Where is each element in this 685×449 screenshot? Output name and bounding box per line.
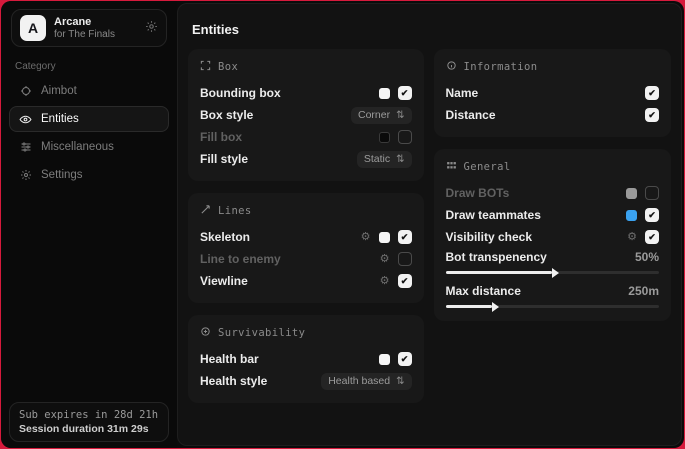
- check-icon: ✔: [401, 88, 409, 99]
- sliders-icon: [19, 141, 32, 154]
- crosshair-icon: [19, 85, 32, 98]
- setting-row-max-distance: Max distance 250m: [446, 282, 660, 300]
- color-swatch[interactable]: [379, 132, 390, 143]
- group-header-label: General: [464, 161, 511, 173]
- setting-row-bounding-box: Bounding box ✔: [200, 82, 412, 104]
- bot-transparency-slider[interactable]: [446, 271, 660, 274]
- check-icon: ✔: [648, 232, 656, 243]
- group-header-label: Survivability: [218, 327, 305, 339]
- setting-row-fill-style: Fill style Static ⇅: [200, 148, 412, 170]
- line-icon: [200, 204, 211, 218]
- draw-teammates-checkbox[interactable]: ✔: [645, 208, 659, 222]
- setting-row-viewline: Viewline ⚙ ✔: [200, 270, 412, 292]
- app-logo: A: [20, 15, 46, 41]
- info-icon: [446, 60, 457, 74]
- color-swatch[interactable]: [626, 188, 637, 199]
- bot-transparency-value: 50%: [635, 250, 659, 264]
- max-distance-slider[interactable]: [446, 305, 660, 308]
- setting-row-skeleton: Skeleton ⚙ ✔: [200, 226, 412, 248]
- gear-icon[interactable]: ⚙: [361, 232, 371, 243]
- sidebar-item-label: Settings: [41, 169, 83, 181]
- group-header-label: Lines: [218, 205, 252, 217]
- viewline-checkbox[interactable]: ✔: [398, 274, 412, 288]
- health-style-dropdown[interactable]: Health based ⇅: [321, 373, 411, 390]
- color-swatch[interactable]: [626, 210, 637, 221]
- fill-style-dropdown[interactable]: Static ⇅: [357, 151, 412, 168]
- app-subtitle: for The Finals: [54, 29, 137, 41]
- gear-icon[interactable]: ⚙: [380, 254, 390, 265]
- setting-row-health-bar: Health bar ✔: [200, 348, 412, 370]
- updown-arrows-icon: ⇅: [396, 154, 404, 165]
- box-group-card: Box Bounding box ✔ Box style Co: [188, 49, 424, 181]
- main-panel: Entities Box Bounding box: [177, 3, 682, 446]
- general-group-card: General Draw BOTs Draw teammates: [434, 149, 672, 321]
- skeleton-checkbox[interactable]: ✔: [398, 230, 412, 244]
- sidebar-item-label: Entities: [41, 113, 79, 125]
- sidebar-item-aimbot[interactable]: Aimbot: [9, 78, 169, 104]
- gear-icon: [19, 169, 32, 182]
- page-title: Entities: [192, 22, 671, 37]
- color-swatch[interactable]: [379, 88, 390, 99]
- check-icon: ✔: [401, 354, 409, 365]
- box-style-dropdown[interactable]: Corner ⇅: [351, 107, 412, 124]
- setting-row-bot-transparency: Bot transpenency 50%: [446, 248, 660, 266]
- setting-row-health-style: Health style Health based ⇅: [200, 370, 412, 392]
- color-swatch[interactable]: [379, 354, 390, 365]
- health-bar-checkbox[interactable]: ✔: [398, 352, 412, 366]
- slider-thumb[interactable]: [552, 268, 559, 278]
- eye-icon: [19, 113, 32, 126]
- name-checkbox[interactable]: ✔: [645, 86, 659, 100]
- setting-row-line-to-enemy: Line to enemy ⚙: [200, 248, 412, 270]
- setting-row-draw-bots: Draw BOTs: [446, 182, 660, 204]
- shield-icon: [200, 326, 211, 340]
- gear-icon[interactable]: ⚙: [627, 232, 637, 243]
- setting-row-draw-teammates: Draw teammates ✔: [446, 204, 660, 226]
- header-gear-icon[interactable]: [145, 20, 158, 36]
- sidebar: A Arcane for The Finals Category Aimbot: [1, 1, 177, 448]
- app-name: Arcane: [54, 16, 137, 29]
- slider-thumb[interactable]: [492, 302, 499, 312]
- setting-row-visibility-check: Visibility check ⚙ ✔: [446, 226, 660, 248]
- group-header-label: Information: [464, 61, 538, 73]
- check-icon: ✔: [648, 210, 656, 221]
- setting-row-name: Name ✔: [446, 82, 660, 104]
- sidebar-item-settings[interactable]: Settings: [9, 162, 169, 188]
- sidebar-item-entities[interactable]: Entities: [9, 106, 169, 132]
- max-distance-value: 250m: [628, 284, 659, 298]
- sidebar-item-label: Miscellaneous: [41, 141, 114, 153]
- survivability-group-card: Survivability Health bar ✔ Health style: [188, 315, 424, 403]
- bounding-box-checkbox[interactable]: ✔: [398, 86, 412, 100]
- lines-group-card: Lines Skeleton ⚙ ✔ Line to enemy ⚙: [188, 193, 424, 303]
- grid-icon: [446, 160, 457, 174]
- check-icon: ✔: [648, 110, 656, 121]
- fill-box-checkbox[interactable]: [398, 130, 412, 144]
- check-icon: ✔: [648, 88, 656, 99]
- information-group-card: Information Name ✔ Distance ✔: [434, 49, 672, 137]
- sub-expiry-text: Sub expires in 28d 21h: [19, 409, 159, 421]
- distance-checkbox[interactable]: ✔: [645, 108, 659, 122]
- updown-arrows-icon: ⇅: [396, 110, 404, 121]
- app-header-card: A Arcane for The Finals: [11, 9, 167, 47]
- subscription-status-card: Sub expires in 28d 21h Session duration …: [9, 402, 169, 442]
- session-duration-text: Session duration 31m 29s: [19, 423, 159, 435]
- setting-row-distance: Distance ✔: [446, 104, 660, 126]
- group-header-label: Box: [218, 61, 238, 73]
- box-icon: [200, 60, 211, 74]
- setting-row-fill-box: Fill box: [200, 126, 412, 148]
- draw-bots-checkbox[interactable]: [645, 186, 659, 200]
- line-to-enemy-checkbox[interactable]: [398, 252, 412, 266]
- app-window: A Arcane for The Finals Category Aimbot: [1, 1, 684, 448]
- setting-row-box-style: Box style Corner ⇅: [200, 104, 412, 126]
- visibility-check-checkbox[interactable]: ✔: [645, 230, 659, 244]
- check-icon: ✔: [401, 276, 409, 287]
- category-label: Category: [15, 61, 177, 72]
- color-swatch[interactable]: [379, 232, 390, 243]
- sidebar-item-miscellaneous[interactable]: Miscellaneous: [9, 134, 169, 160]
- gear-icon[interactable]: ⚙: [380, 276, 390, 287]
- updown-arrows-icon: ⇅: [396, 376, 404, 387]
- check-icon: ✔: [401, 232, 409, 243]
- sidebar-item-label: Aimbot: [41, 85, 77, 97]
